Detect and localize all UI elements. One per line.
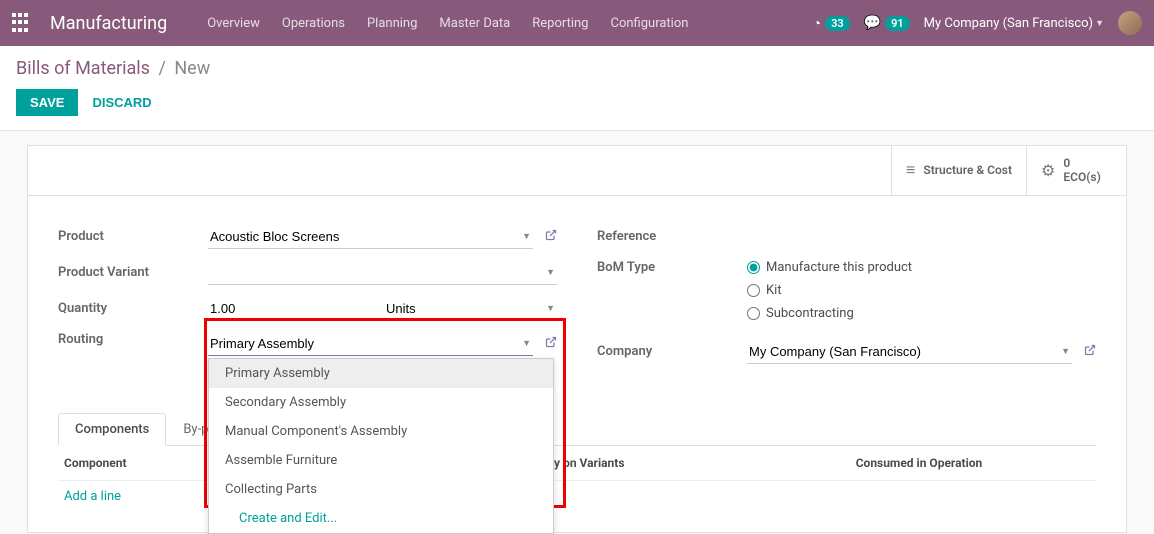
activities-button[interactable]: ◔ 33 (813, 15, 850, 32)
breadcrumb-bar: Bills of Materials / New (0, 46, 1154, 79)
structure-cost-label: Structure & Cost (923, 163, 1012, 177)
uom-input[interactable] (384, 297, 557, 321)
external-link-icon[interactable] (1084, 344, 1096, 359)
list-icon: ≡ (906, 160, 915, 180)
nav-operations[interactable]: Operations (282, 16, 345, 31)
variant-label: Product Variant (58, 265, 208, 280)
ecos-label: ECO(s) (1063, 170, 1100, 184)
breadcrumb-root[interactable]: Bills of Materials (16, 58, 150, 79)
radio-kit[interactable] (747, 284, 760, 297)
action-bar: SAVE DISCARD (0, 79, 1154, 131)
chat-icon: 💬 (864, 15, 881, 31)
ecos-count: 0 (1063, 156, 1100, 170)
breadcrumb-current: New (174, 58, 210, 79)
app-brand[interactable]: Manufacturing (50, 13, 167, 34)
chevron-down-icon: ▼ (1095, 18, 1104, 29)
breadcrumb-sep: / (158, 58, 165, 79)
quantity-input[interactable] (208, 297, 378, 321)
radio-manufacture[interactable] (747, 261, 760, 274)
gears-icon: ⚙ (1041, 161, 1055, 180)
nav-menu: Overview Operations Planning Master Data… (207, 16, 688, 31)
nav-planning[interactable]: Planning (367, 16, 417, 31)
external-link-icon[interactable] (545, 229, 557, 244)
routing-label: Routing (58, 332, 208, 347)
company-switcher[interactable]: My Company (San Francisco) ▼ (924, 16, 1104, 31)
save-button[interactable]: SAVE (16, 89, 78, 116)
top-navbar: Manufacturing Overview Operations Planni… (0, 0, 1154, 46)
bom-type-manufacture[interactable]: Manufacture this product (747, 260, 1096, 275)
nav-reporting[interactable]: Reporting (532, 16, 588, 31)
bom-type-label: BoM Type (597, 260, 747, 275)
nav-master-data[interactable]: Master Data (439, 16, 510, 31)
ecos-button[interactable]: ⚙ 0 ECO(s) (1026, 146, 1126, 195)
company-input[interactable] (747, 340, 1072, 364)
radio-subcontracting[interactable] (747, 307, 760, 320)
nav-configuration[interactable]: Configuration (610, 16, 688, 31)
company-label: Company (597, 344, 747, 359)
tab-content: Component Apply on Variants Consumed in … (28, 446, 1126, 532)
dropdown-option[interactable]: Manual Component's Assembly (209, 417, 553, 446)
user-avatar[interactable] (1118, 11, 1142, 35)
dropdown-create-edit[interactable]: Create and Edit... (209, 504, 553, 533)
messages-button[interactable]: 💬 91 (864, 15, 910, 31)
clock-icon: ◔ (813, 15, 821, 32)
right-column: Reference BoM Type Manufacture this prod… (597, 224, 1096, 375)
dropdown-option[interactable]: Assemble Furniture (209, 446, 553, 475)
left-column: Product ▼ Product Variant (58, 224, 557, 375)
reference-label: Reference (597, 229, 747, 244)
breadcrumb: Bills of Materials / New (16, 58, 1138, 79)
dropdown-option[interactable]: Primary Assembly (209, 359, 553, 388)
stat-buttons: ≡ Structure & Cost ⚙ 0 ECO(s) (28, 146, 1126, 196)
quantity-label: Quantity (58, 301, 208, 316)
routing-input[interactable] (208, 332, 533, 356)
activities-count: 33 (825, 16, 850, 31)
nav-overview[interactable]: Overview (207, 16, 260, 31)
external-link-icon[interactable] (545, 336, 557, 351)
product-label: Product (58, 229, 208, 244)
routing-dropdown: Primary Assembly Secondary Assembly Manu… (208, 358, 554, 534)
bom-type-subcontracting[interactable]: Subcontracting (747, 306, 1096, 321)
tab-components[interactable]: Components (58, 413, 166, 446)
structure-cost-button[interactable]: ≡ Structure & Cost (891, 146, 1026, 195)
form-sheet: ≡ Structure & Cost ⚙ 0 ECO(s) Product (27, 145, 1127, 533)
dropdown-option[interactable]: Collecting Parts (209, 475, 553, 504)
variant-input[interactable] (208, 261, 557, 285)
dropdown-option[interactable]: Secondary Assembly (209, 388, 553, 417)
discard-button[interactable]: DISCARD (92, 95, 151, 110)
form-body: Product ▼ Product Variant (28, 196, 1126, 395)
messages-count: 91 (885, 16, 910, 31)
product-input[interactable] (208, 225, 533, 249)
nav-right: ◔ 33 💬 91 My Company (San Francisco) ▼ (813, 11, 1142, 35)
apps-icon[interactable] (12, 13, 32, 33)
th-consumed: Consumed in Operation (748, 456, 1090, 470)
bom-type-kit[interactable]: Kit (747, 283, 1096, 298)
